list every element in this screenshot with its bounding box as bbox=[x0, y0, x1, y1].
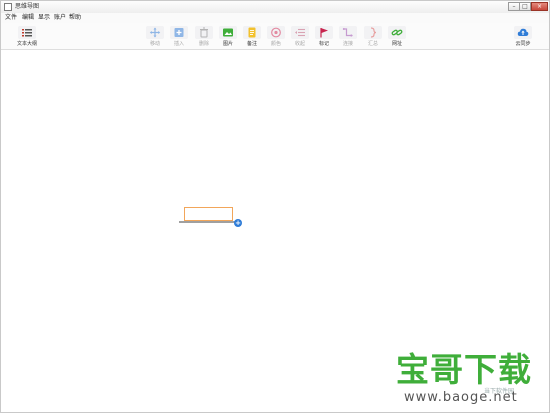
image-button[interactable]: 图片 bbox=[217, 26, 239, 48]
move-icon bbox=[146, 26, 164, 39]
app-window: 思维导图 – □ × 文件 编辑 显示 账户 帮助 文本大纲 移动 插入 删除 … bbox=[0, 0, 550, 413]
add-child-button[interactable]: + bbox=[234, 219, 242, 227]
app-icon bbox=[4, 3, 12, 11]
brace-icon bbox=[364, 26, 382, 39]
marker-label: 标记 bbox=[318, 41, 329, 47]
menu-bar: 文件 编辑 显示 账户 帮助 bbox=[1, 13, 549, 23]
delete-label: 删除 bbox=[198, 41, 209, 47]
link-button[interactable]: 网址 bbox=[386, 26, 408, 48]
window-title: 思维导图 bbox=[15, 3, 40, 10]
outline-label: 文本大纲 bbox=[16, 41, 37, 47]
summary-label: 汇总 bbox=[367, 41, 378, 47]
collapse-label: 收起 bbox=[294, 41, 305, 47]
cloud-upload-icon bbox=[514, 26, 532, 39]
link-label: 网址 bbox=[391, 41, 402, 47]
toolbar: 文本大纲 移动 插入 删除 图片 备注 颜色 收起 标记 连接 汇总 网址 云同… bbox=[1, 23, 549, 50]
watermark: 宝哥下载 当下软件园 www.baoge.net bbox=[396, 352, 546, 408]
trash-icon bbox=[195, 26, 213, 39]
collapse-icon bbox=[291, 26, 309, 39]
central-topic-node[interactable] bbox=[184, 207, 233, 221]
move-label: 移动 bbox=[149, 41, 160, 47]
topic-underline bbox=[179, 221, 235, 223]
palette-icon bbox=[267, 26, 285, 39]
image-icon bbox=[219, 26, 237, 39]
delete-button[interactable]: 删除 bbox=[193, 26, 215, 48]
link-icon bbox=[388, 26, 406, 39]
menu-help[interactable]: 帮助 bbox=[69, 14, 81, 22]
move-button[interactable]: 移动 bbox=[144, 26, 166, 48]
insert-button[interactable]: 插入 bbox=[168, 26, 190, 48]
outline-button[interactable]: 文本大纲 bbox=[16, 26, 38, 48]
note-icon bbox=[243, 26, 261, 39]
color-label: 颜色 bbox=[270, 41, 281, 47]
menu-account[interactable]: 账户 bbox=[54, 14, 66, 22]
connector-icon bbox=[339, 26, 357, 39]
watermark-logo-text: 宝哥下载 bbox=[396, 350, 532, 389]
summary-button[interactable]: 汇总 bbox=[362, 26, 384, 48]
menu-edit[interactable]: 编辑 bbox=[22, 14, 34, 22]
image-label: 图片 bbox=[222, 41, 233, 47]
list-icon bbox=[18, 26, 36, 39]
menu-file[interactable]: 文件 bbox=[5, 14, 17, 22]
watermark-url: www.baoge.net bbox=[404, 390, 518, 405]
flag-icon bbox=[315, 26, 333, 39]
color-button[interactable]: 颜色 bbox=[265, 26, 287, 48]
marker-button[interactable]: 标记 bbox=[313, 26, 335, 48]
cloud-sync-button[interactable]: 云同步 bbox=[512, 26, 534, 48]
insert-label: 插入 bbox=[173, 41, 184, 47]
note-button[interactable]: 备注 bbox=[241, 26, 263, 48]
connect-label: 连接 bbox=[342, 41, 353, 47]
menu-view[interactable]: 显示 bbox=[38, 14, 50, 22]
maximize-button[interactable]: □ bbox=[519, 2, 531, 11]
close-button[interactable]: × bbox=[531, 2, 548, 11]
note-label: 备注 bbox=[246, 41, 257, 47]
title-bar: 思维导图 – □ × bbox=[1, 1, 549, 13]
connect-button[interactable]: 连接 bbox=[337, 26, 359, 48]
insert-icon bbox=[170, 26, 188, 39]
collapse-button[interactable]: 收起 bbox=[289, 26, 311, 48]
cloud-sync-label: 云同步 bbox=[515, 41, 531, 47]
